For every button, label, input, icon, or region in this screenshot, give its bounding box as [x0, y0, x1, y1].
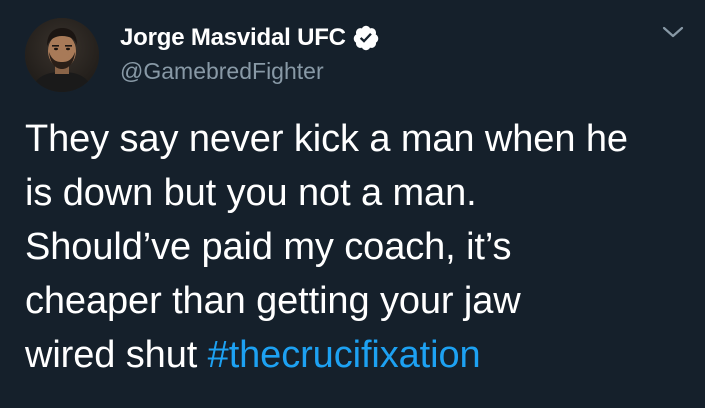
chevron-down-icon[interactable] [660, 22, 686, 42]
author-name-row[interactable]: Jorge Masvidal UFC [120, 22, 380, 54]
tweet-text-line: wired shut [25, 334, 208, 376]
avatar-photo-icon [25, 18, 99, 92]
hashtag-link[interactable]: #thecrucifixation [208, 334, 481, 376]
author-handle[interactable]: @GamebredFighter [120, 58, 324, 85]
avatar[interactable] [25, 18, 99, 92]
tweet-text-line: is down but you not a man. [25, 172, 477, 214]
tweet-card: Jorge Masvidal UFC @GamebredFighter They… [0, 0, 705, 408]
author-display-name[interactable]: Jorge Masvidal UFC [120, 24, 346, 52]
verified-badge-icon [352, 24, 380, 52]
tweet-text-line: They say never kick a man when he [25, 118, 628, 160]
tweet-text-line: Should’ve paid my coach, it’s [25, 226, 512, 268]
tweet-body-text: They say never kick a man when he is dow… [25, 112, 695, 382]
tweet-text-line: cheaper than getting your jaw [25, 280, 521, 322]
